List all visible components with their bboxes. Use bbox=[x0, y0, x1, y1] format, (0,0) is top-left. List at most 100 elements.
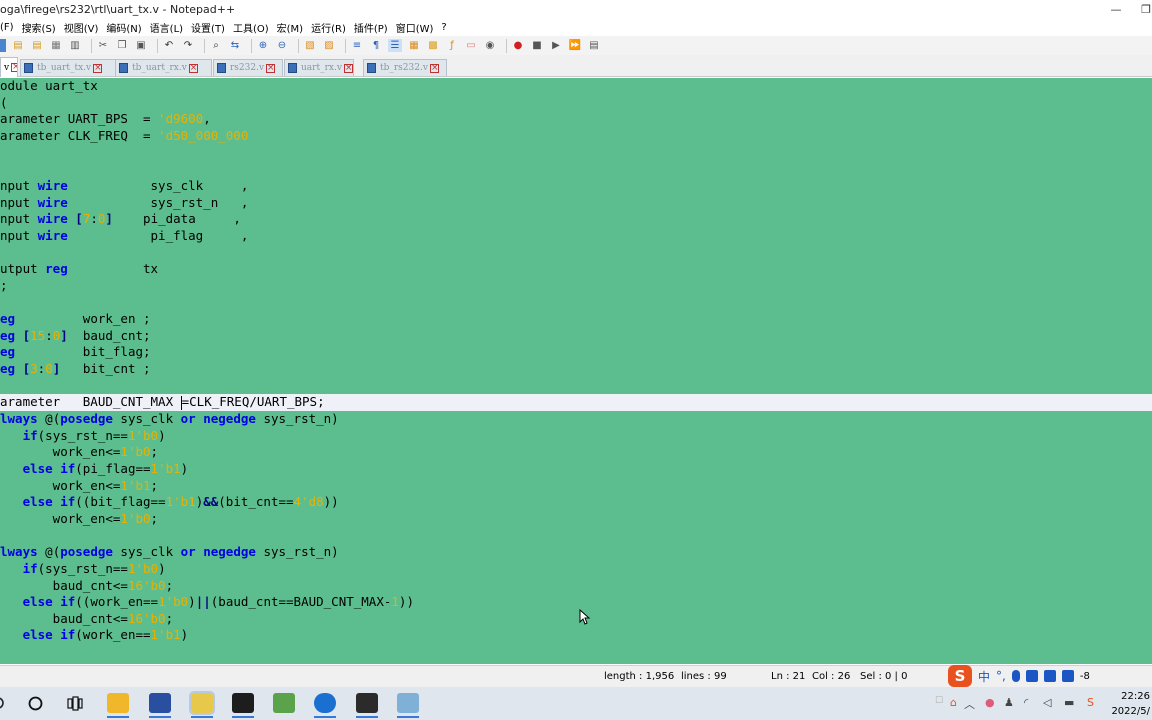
replace-icon[interactable]: ⇆ bbox=[228, 39, 242, 52]
file-tab[interactable]: v× bbox=[0, 57, 18, 77]
menu-item[interactable]: 设置(T) bbox=[191, 20, 225, 35]
code-line[interactable]: utput reg tx bbox=[0, 261, 1152, 278]
spreadsheet-app-icon[interactable] bbox=[273, 693, 295, 713]
code-line[interactable]: eg bit_flag; bbox=[0, 344, 1152, 361]
menu-item[interactable]: 宏(M) bbox=[277, 20, 303, 35]
stop-record-icon[interactable]: ■ bbox=[530, 39, 544, 52]
close-tab-icon[interactable]: × bbox=[188, 63, 198, 73]
code-line[interactable]: nput wire pi_flag , bbox=[0, 228, 1152, 245]
tool-app-icon[interactable] bbox=[397, 693, 419, 718]
menu-item[interactable]: 插件(P) bbox=[354, 20, 388, 35]
code-line[interactable]: if(sys_rst_n==1'b0) bbox=[0, 561, 1152, 578]
save-all-icon[interactable]: ▦ bbox=[49, 39, 63, 52]
tray-record-icon[interactable]: ● bbox=[985, 696, 995, 709]
tray-app-icon[interactable]: ☐ bbox=[935, 696, 943, 706]
code-line[interactable] bbox=[0, 161, 1152, 178]
sogou-logo-icon[interactable]: S bbox=[948, 665, 972, 687]
save-macro-icon[interactable]: ▤ bbox=[587, 39, 601, 52]
code-line[interactable]: ; bbox=[0, 278, 1152, 295]
code-line[interactable]: nput wire [7:0] pi_data , bbox=[0, 211, 1152, 228]
paste-icon[interactable]: ▣ bbox=[134, 39, 148, 52]
microphone-icon[interactable] bbox=[1011, 670, 1020, 682]
doc-map-icon[interactable]: ▩ bbox=[426, 39, 440, 52]
code-line[interactable]: eg [15:0] baud_cnt; bbox=[0, 328, 1152, 345]
run-macro-multiple-icon[interactable]: ⏩ bbox=[568, 39, 582, 52]
menu-item[interactable]: 工具(O) bbox=[233, 20, 269, 35]
code-line[interactable]: work_en<=1'b0; bbox=[0, 511, 1152, 528]
code-line[interactable]: baud_cnt<=16'b0; bbox=[0, 578, 1152, 595]
close-tab-icon[interactable]: × bbox=[11, 63, 17, 72]
zoom-out-icon[interactable]: ⊖ bbox=[275, 39, 289, 52]
file-tab[interactable]: tb_rs232.v × bbox=[363, 59, 447, 76]
playback-macro-icon[interactable]: ▶ bbox=[549, 39, 563, 52]
monitoring-icon[interactable]: ◉ bbox=[483, 39, 497, 52]
code-line[interactable]: work_en<=1'b1; bbox=[0, 478, 1152, 495]
copy-icon[interactable]: ❐ bbox=[115, 39, 129, 52]
tray-qq-icon[interactable]: ♟ bbox=[1004, 696, 1014, 709]
file-tab[interactable]: tb_uart_rx.v × bbox=[115, 59, 212, 76]
cut-icon[interactable]: ✂ bbox=[96, 39, 110, 52]
task-view-icon[interactable] bbox=[67, 696, 83, 711]
settings-app-icon[interactable] bbox=[356, 693, 378, 718]
redo-icon[interactable]: ↷ bbox=[181, 39, 195, 52]
search-icon[interactable] bbox=[0, 696, 6, 710]
folder-as-workspace-icon[interactable]: ▭ bbox=[464, 39, 478, 52]
minimize-button[interactable]: — bbox=[1101, 1, 1131, 18]
notepad-plus-plus-icon[interactable] bbox=[189, 691, 215, 718]
code-line[interactable]: if(sys_rst_n==1'b0) bbox=[0, 428, 1152, 445]
menu-item[interactable]: (F) bbox=[0, 22, 14, 33]
menu-item[interactable]: 语言(L) bbox=[150, 20, 183, 35]
code-editor[interactable]: odule uart_tx(arameter UART_BPS = 'd9600… bbox=[0, 78, 1152, 664]
code-line[interactable]: nput wire sys_clk , bbox=[0, 178, 1152, 195]
tray-battery-icon[interactable]: ▬ bbox=[1064, 696, 1074, 709]
code-line[interactable]: arameter UART_BPS = 'd9600, bbox=[0, 111, 1152, 128]
code-line[interactable]: else if((bit_flag==1'b1)&&(bit_cnt==4'd8… bbox=[0, 494, 1152, 511]
file-tab[interactable]: tb_uart_tx.v × bbox=[20, 59, 116, 76]
code-line[interactable]: work_en<=1'b0; bbox=[0, 444, 1152, 461]
code-line[interactable]: eg work_en ; bbox=[0, 311, 1152, 328]
close-tab-icon[interactable]: × bbox=[93, 63, 103, 73]
new-file-icon[interactable] bbox=[0, 39, 6, 52]
menu-item[interactable]: 运行(R) bbox=[311, 20, 346, 35]
code-line[interactable]: baud_cnt<=16'b0; bbox=[0, 611, 1152, 628]
code-line[interactable]: eg [3:0] bit_cnt ; bbox=[0, 361, 1152, 378]
code-line[interactable] bbox=[0, 528, 1152, 545]
tray-network-icon[interactable]: ◜ bbox=[1024, 696, 1028, 709]
word-wrap-icon[interactable]: ≡ bbox=[350, 39, 364, 52]
record-macro-icon[interactable]: ● bbox=[511, 39, 525, 52]
print-icon[interactable]: ▥ bbox=[68, 39, 82, 52]
code-line[interactable] bbox=[0, 145, 1152, 162]
close-tab-icon[interactable]: × bbox=[343, 63, 353, 73]
menu-item[interactable]: 窗口(W) bbox=[396, 20, 434, 35]
code-line[interactable]: else if(pi_flag==1'b1) bbox=[0, 461, 1152, 478]
tray-volume-icon[interactable]: ◁ bbox=[1043, 696, 1051, 709]
close-tab-icon[interactable]: × bbox=[266, 63, 276, 73]
code-line[interactable] bbox=[0, 378, 1152, 395]
ime-punctuation[interactable]: °, bbox=[996, 669, 1006, 683]
save-icon[interactable]: ▤ bbox=[30, 39, 44, 52]
ime-language[interactable]: 中 bbox=[978, 668, 990, 685]
indent-guide-icon[interactable]: ☰ bbox=[388, 39, 402, 52]
menu-item[interactable]: 编码(N) bbox=[106, 20, 141, 35]
toolbox-icon[interactable] bbox=[1061, 670, 1074, 682]
pycharm-icon[interactable] bbox=[232, 693, 254, 718]
function-list-icon[interactable]: ƒ bbox=[445, 39, 459, 52]
clock[interactable]: 22:26 2022/5/ bbox=[1111, 689, 1150, 719]
file-tab[interactable]: rs232.v × bbox=[213, 59, 283, 76]
code-line[interactable]: arameter CLK_FREQ = 'd50_000_000 bbox=[0, 128, 1152, 145]
code-line[interactable]: lways @(posedge sys_clk or negedge sys_r… bbox=[0, 544, 1152, 561]
zoom-in-icon[interactable]: ⊕ bbox=[256, 39, 270, 52]
code-line[interactable] bbox=[0, 245, 1152, 262]
cortana-icon[interactable] bbox=[28, 696, 43, 711]
file-tab[interactable]: uart_rx.v × bbox=[284, 59, 354, 76]
find-icon[interactable]: ⌕ bbox=[209, 39, 223, 52]
code-line[interactable]: nput wire sys_rst_n , bbox=[0, 195, 1152, 212]
open-file-icon[interactable]: ▤ bbox=[11, 39, 25, 52]
restore-button[interactable]: ❐ bbox=[1131, 1, 1152, 18]
code-line[interactable]: ( bbox=[0, 95, 1152, 112]
close-tab-icon[interactable]: × bbox=[429, 63, 439, 73]
udl-icon[interactable]: ▦ bbox=[407, 39, 421, 52]
code-line[interactable] bbox=[0, 294, 1152, 311]
code-line[interactable]: arameter BAUD_CNT_MAX =CLK_FREQ/UART_BPS… bbox=[0, 394, 1152, 411]
code-line[interactable]: else if((work_en==1'b0)||(baud_cnt==BAUD… bbox=[0, 594, 1152, 611]
